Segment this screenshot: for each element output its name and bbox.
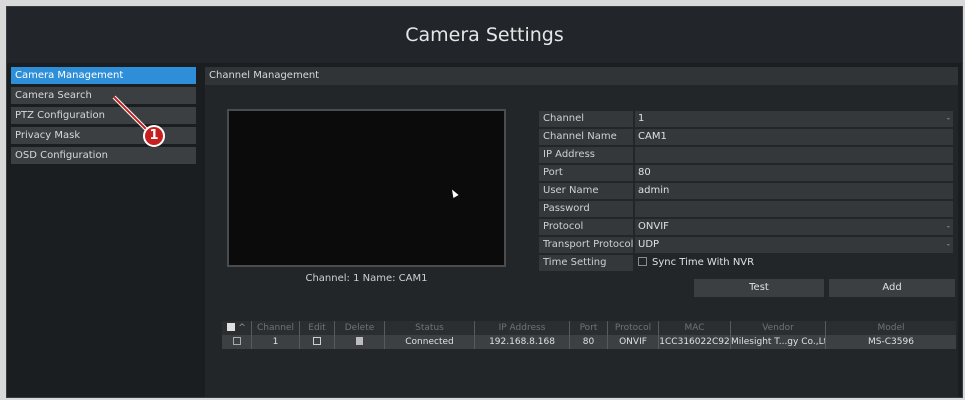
channel-name-field[interactable]: CAM1 [635,129,953,145]
form-row-transport-protocol: Transport Protocol UDP - [539,237,953,253]
camera-settings-window: Camera Settings Camera Management Camera… [6,6,963,398]
channel-name-label: Channel Name [539,129,633,145]
chevron-down-icon: - [946,222,950,232]
protocol-value: ONVIF [638,221,669,232]
form-row-password: Password [539,201,953,217]
channel-management-panel: Channel Management Channel: 1 Name: CAM1… [205,67,958,397]
sync-time-label: Sync Time With NVR [652,257,755,268]
ip-address-field[interactable] [635,147,953,163]
edit-cell[interactable] [300,335,335,349]
port-field[interactable]: 80 [635,165,953,181]
panel-header: Channel Management [205,67,958,85]
cell-mac: 1CC316022C92 [659,335,731,349]
protocol-select[interactable]: ONVIF - [635,219,953,235]
camera-table: ^ Channel Edit Delete Status IP Address … [222,321,956,349]
port-label: Port [539,165,633,181]
column-header-status[interactable]: Status [385,321,475,335]
column-header-delete[interactable]: Delete [335,321,385,335]
sidebar-item-camera-management[interactable]: Camera Management [11,67,196,84]
ip-address-label: IP Address [539,147,633,163]
sidebar: Camera Management Camera Search PTZ Conf… [11,67,196,397]
sidebar-item-ptz-configuration[interactable]: PTZ Configuration [11,107,196,124]
add-button[interactable]: Add [829,279,955,297]
form-row-ip-address: IP Address [539,147,953,163]
table-row[interactable]: 1 Connected 192.168.8.168 80 ONVIF 1CC31… [222,335,956,349]
delete-cell[interactable] [335,335,385,349]
password-field[interactable] [635,201,953,217]
sync-time-checkbox[interactable] [638,257,647,266]
sidebar-item-osd-configuration[interactable]: OSD Configuration [11,147,196,164]
column-header-vendor[interactable]: Vendor [731,321,826,335]
column-header-mac[interactable]: MAC [659,321,731,335]
form-row-channel: Channel 1- [539,111,953,127]
cell-vendor: Milesight T...gy Co.,Ltd. [731,335,826,349]
cell-model: MS-C3596 [868,337,914,347]
cell-port: 80 [570,335,608,349]
camera-preview[interactable] [227,109,506,267]
channel-select[interactable]: 1- [635,111,953,127]
edit-icon[interactable] [313,337,321,345]
cell-ip-address: 192.168.8.168 [475,335,570,349]
channel-form: Channel 1- Channel Name CAM1 IP Address … [539,111,953,273]
annotation-badge: 1 [143,125,165,147]
sync-time-option[interactable]: Sync Time With NVR [635,255,953,271]
protocol-label: Protocol [539,219,633,235]
select-all-cell[interactable]: ^ [222,321,252,335]
chevron-down-icon: - [946,240,950,250]
sort-icon[interactable]: ^ [238,323,246,333]
preview-caption: Channel: 1 Name: CAM1 [305,273,428,284]
title-bar: Camera Settings [7,7,962,63]
column-header-port[interactable]: Port [570,321,608,335]
transport-protocol-value: UDP [638,239,660,250]
form-row-port: Port 80 [539,165,953,181]
password-label: Password [539,201,633,217]
form-row-user-name: User Name admin [539,183,953,199]
table-header: ^ Channel Edit Delete Status IP Address … [222,321,956,335]
page-title: Camera Settings [405,24,564,46]
trash-icon[interactable] [356,337,363,345]
form-row-protocol: Protocol ONVIF - [539,219,953,235]
cell-channel: 1 [252,335,300,349]
column-header-channel[interactable]: Channel [252,321,300,335]
cell-status: Connected [385,335,475,349]
form-row-channel-name: Channel Name CAM1 [539,129,953,145]
select-all-checkbox[interactable] [227,323,236,331]
column-header-ip-address[interactable]: IP Address [475,321,570,335]
column-header-edit[interactable]: Edit [300,321,335,335]
sidebar-item-camera-search[interactable]: Camera Search [11,87,196,104]
sidebar-item-privacy-mask[interactable]: Privacy Mask [11,127,196,144]
test-button[interactable]: Test [694,279,824,297]
transport-protocol-label: Transport Protocol [539,237,633,253]
user-name-field[interactable]: admin [635,183,953,199]
column-header-protocol[interactable]: Protocol [608,321,659,335]
channel-value: 1 [638,113,645,124]
time-setting-label: Time Setting [539,255,633,271]
user-name-label: User Name [539,183,633,199]
mouse-cursor-icon [449,188,459,198]
cell-protocol: ONVIF [608,335,659,349]
channel-label: Channel [539,111,633,127]
form-row-time-setting: Time Setting Sync Time With NVR [539,255,953,271]
row-checkbox[interactable] [232,337,241,345]
chevron-down-icon: - [946,114,950,124]
column-header-model[interactable]: Model [826,321,956,335]
row-select-cell[interactable] [222,335,252,349]
transport-protocol-select[interactable]: UDP - [635,237,953,253]
